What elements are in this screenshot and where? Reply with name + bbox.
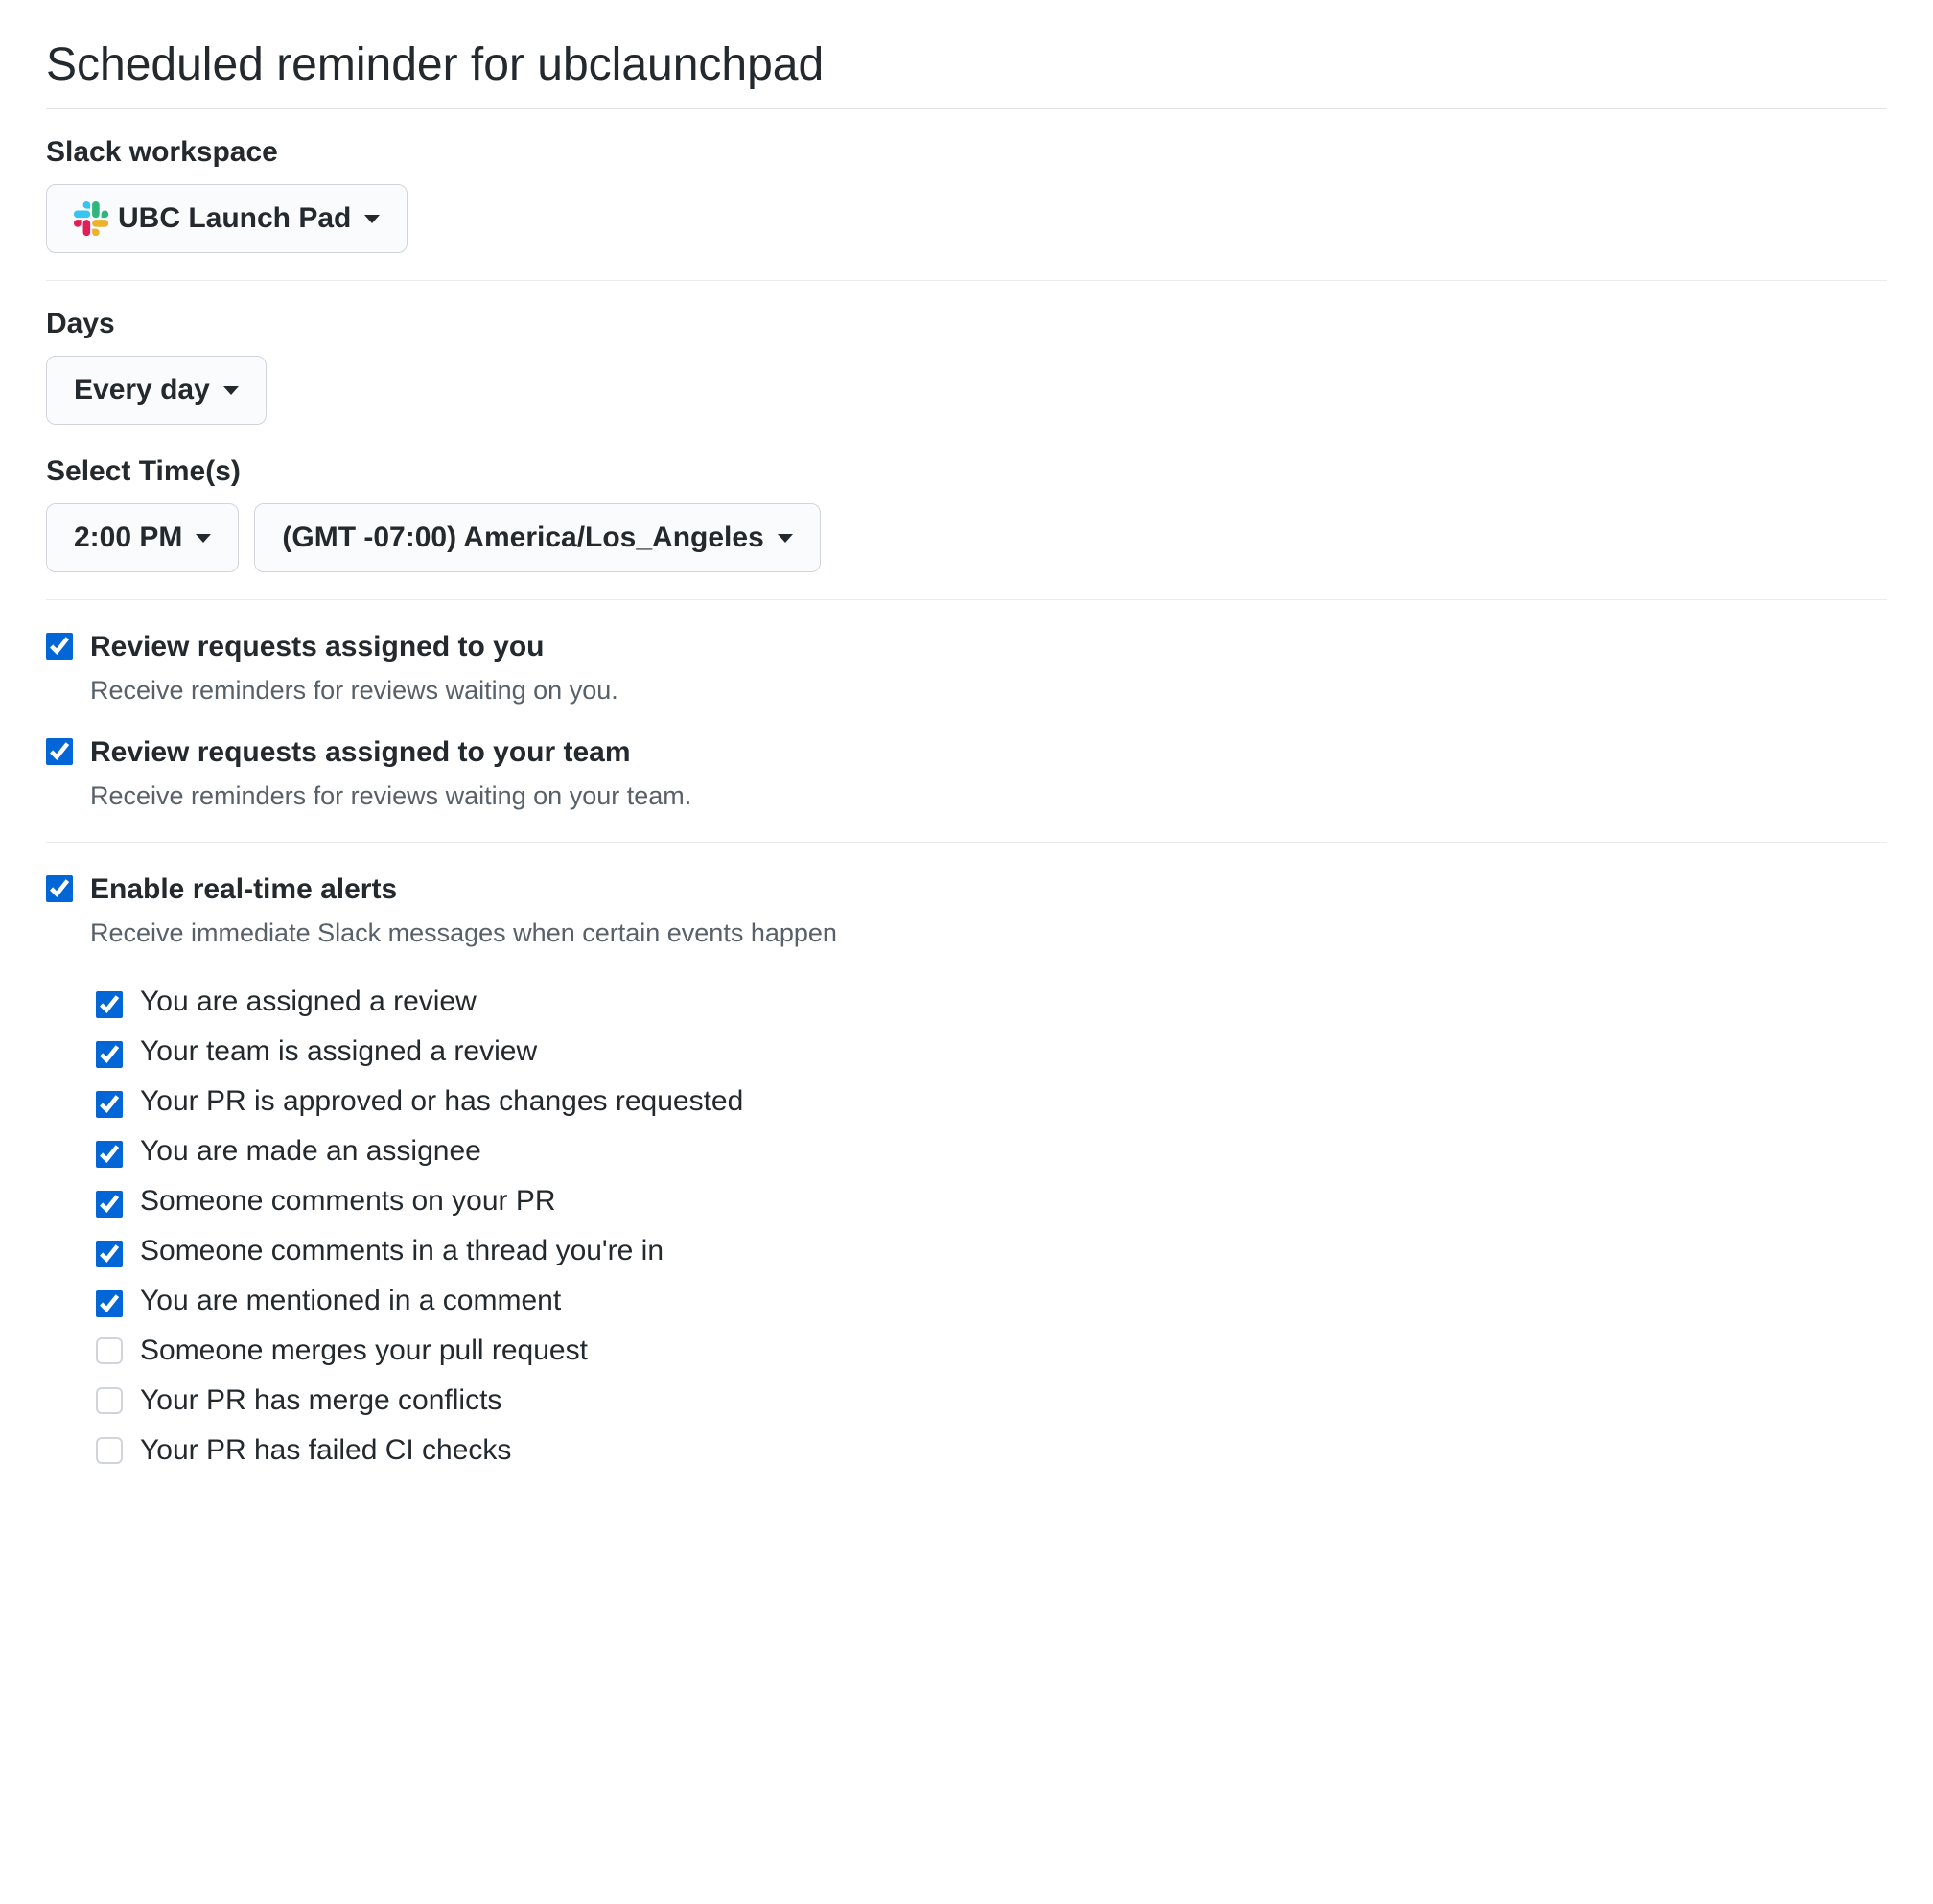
alert-checkbox[interactable] bbox=[96, 1437, 123, 1464]
alert-label: You are assigned a review bbox=[140, 986, 477, 1018]
alert-item: Someone comments in a thread you're in bbox=[96, 1235, 1887, 1267]
workspace-select[interactable]: UBC Launch Pad bbox=[46, 184, 408, 253]
alert-item: Your PR has merge conflicts bbox=[96, 1384, 1887, 1417]
alert-checkbox[interactable] bbox=[96, 1290, 123, 1317]
workspace-value: UBC Launch Pad bbox=[118, 198, 351, 239]
alert-checkbox[interactable] bbox=[96, 1091, 123, 1118]
alert-item: Your PR has failed CI checks bbox=[96, 1434, 1887, 1467]
alert-item: You are made an assignee bbox=[96, 1135, 1887, 1168]
alert-label: You are mentioned in a comment bbox=[140, 1285, 561, 1317]
alert-item: Someone merges your pull request bbox=[96, 1335, 1887, 1367]
alert-item: Your team is assigned a review bbox=[96, 1035, 1887, 1068]
alert-label: Your PR has failed CI checks bbox=[140, 1434, 511, 1467]
review-team-title: Review requests assigned to your team bbox=[90, 732, 691, 773]
timezone-value: (GMT -07:00) America/Los_Angeles bbox=[282, 518, 763, 558]
alert-checkbox[interactable] bbox=[96, 1191, 123, 1218]
alert-checkbox[interactable] bbox=[96, 1337, 123, 1364]
days-label: Days bbox=[46, 308, 1887, 340]
alert-item: You are mentioned in a comment bbox=[96, 1285, 1887, 1317]
caret-down-icon bbox=[196, 534, 211, 543]
review-you-desc: Receive reminders for reviews waiting on… bbox=[90, 673, 618, 709]
alert-label: Someone comments on your PR bbox=[140, 1185, 556, 1218]
caret-down-icon bbox=[364, 215, 380, 223]
timezone-select[interactable]: (GMT -07:00) America/Los_Angeles bbox=[254, 503, 820, 572]
caret-down-icon bbox=[223, 386, 239, 395]
review-you-title: Review requests assigned to you bbox=[90, 627, 618, 667]
page-title: Scheduled reminder for ubclaunchpad bbox=[46, 38, 1887, 109]
caret-down-icon bbox=[778, 534, 793, 543]
alert-label: You are made an assignee bbox=[140, 1135, 481, 1168]
alert-item: Your PR is approved or has changes reque… bbox=[96, 1085, 1887, 1118]
alert-checkbox[interactable] bbox=[96, 1241, 123, 1267]
workspace-label: Slack workspace bbox=[46, 136, 1887, 169]
slack-icon bbox=[74, 201, 108, 236]
realtime-desc: Receive immediate Slack messages when ce… bbox=[90, 916, 837, 952]
alert-label: Your team is assigned a review bbox=[140, 1035, 537, 1068]
alert-label: Your PR has merge conflicts bbox=[140, 1384, 501, 1417]
alert-checkbox[interactable] bbox=[96, 1041, 123, 1068]
alert-label: Your PR is approved or has changes reque… bbox=[140, 1085, 743, 1118]
alert-checkbox[interactable] bbox=[96, 1387, 123, 1414]
alert-checkbox[interactable] bbox=[96, 991, 123, 1018]
realtime-title: Enable real-time alerts bbox=[90, 870, 837, 910]
days-select[interactable]: Every day bbox=[46, 356, 267, 425]
review-you-checkbox[interactable] bbox=[46, 633, 73, 660]
time-value: 2:00 PM bbox=[74, 518, 182, 558]
alert-label: Someone merges your pull request bbox=[140, 1335, 588, 1367]
alert-label: Someone comments in a thread you're in bbox=[140, 1235, 664, 1267]
alert-item: Someone comments on your PR bbox=[96, 1185, 1887, 1218]
alert-list: You are assigned a review Your team is as… bbox=[46, 986, 1887, 1467]
days-value: Every day bbox=[74, 370, 210, 410]
time-label: Select Time(s) bbox=[46, 455, 1887, 488]
review-team-desc: Receive reminders for reviews waiting on… bbox=[90, 778, 691, 815]
alert-checkbox[interactable] bbox=[96, 1141, 123, 1168]
realtime-checkbox[interactable] bbox=[46, 875, 73, 902]
alert-item: You are assigned a review bbox=[96, 986, 1887, 1018]
time-select[interactable]: 2:00 PM bbox=[46, 503, 239, 572]
review-team-checkbox[interactable] bbox=[46, 738, 73, 765]
